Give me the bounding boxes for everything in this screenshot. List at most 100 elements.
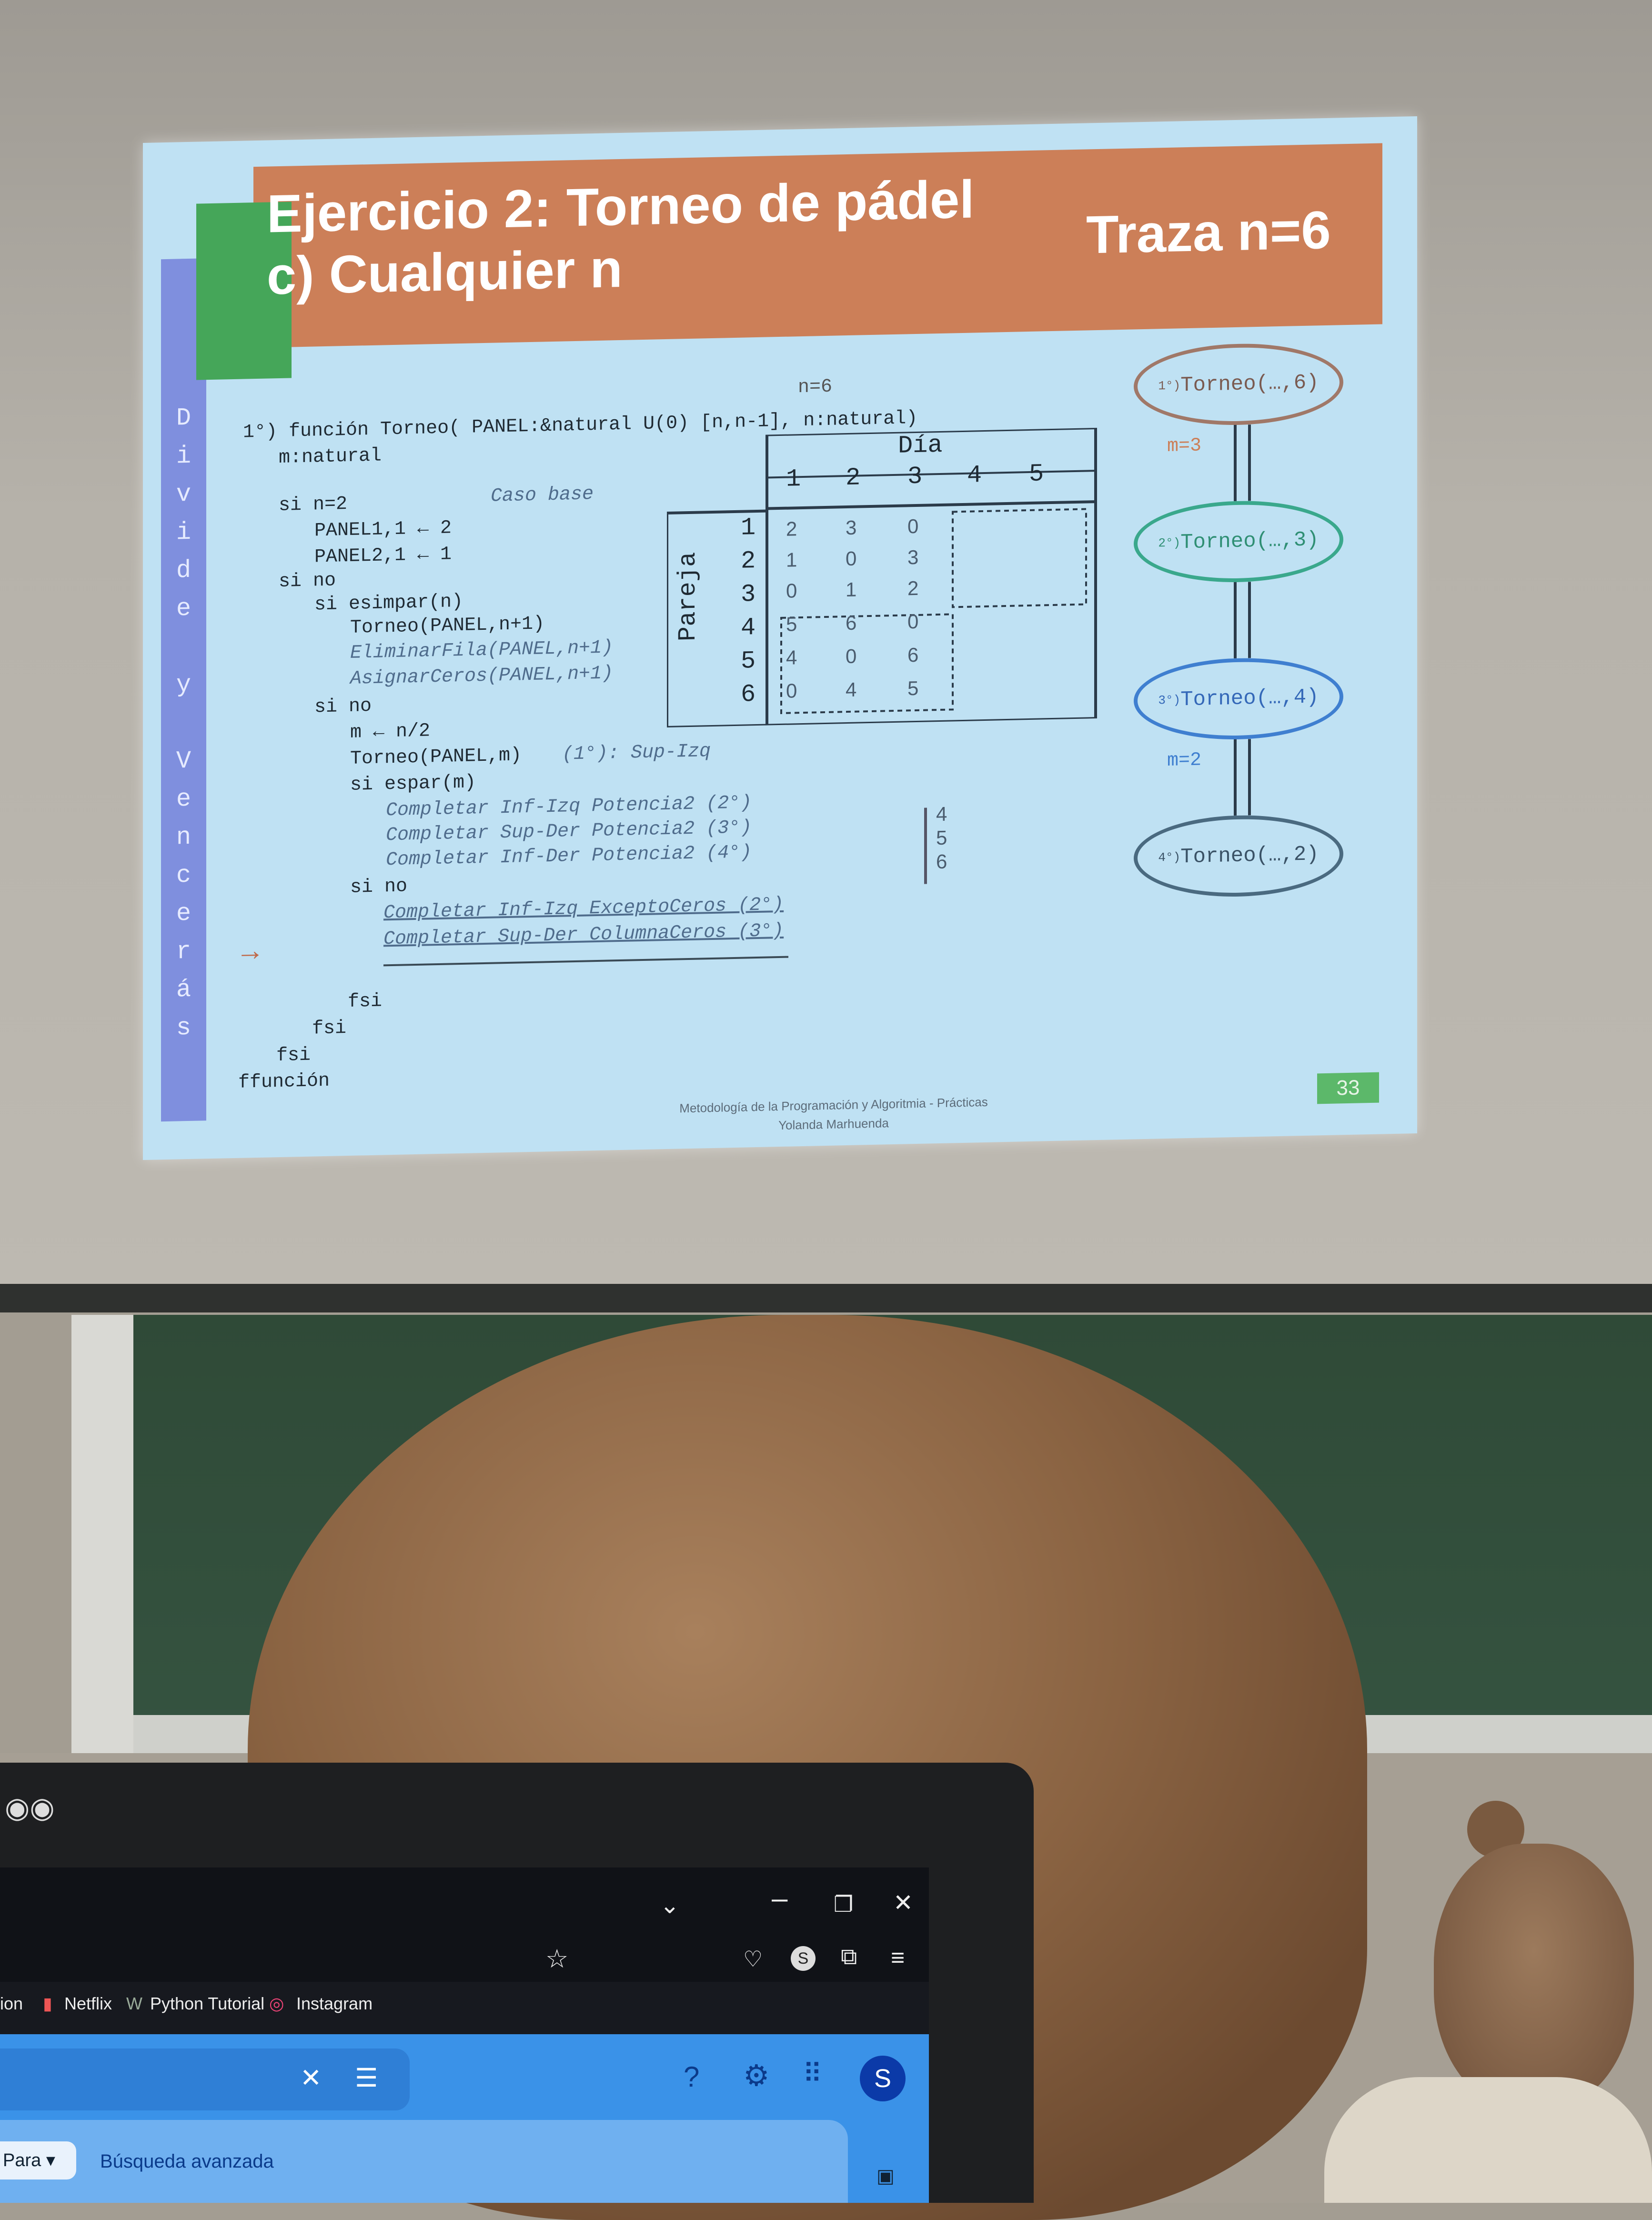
day-header: 3 (907, 462, 923, 491)
search-panel: Para ▾ Búsqueda avanzada ▣ (0, 2120, 895, 2203)
code-line: fsi (276, 1044, 311, 1067)
table-cell: 2 (907, 576, 919, 600)
table-cell: 0 (846, 645, 857, 668)
code-line: fsi (312, 1018, 347, 1040)
code-line: m ← n/2 (350, 720, 431, 744)
table-cell: 1 (786, 548, 797, 571)
underline-rule (383, 956, 788, 967)
table-cell: 0 (786, 679, 797, 702)
pair-header: 4 (741, 614, 756, 642)
arrow-up-icon (1248, 424, 1251, 501)
bookmark-item[interactable]: Instagram (296, 1994, 373, 2014)
screen-bottom-bar (0, 1284, 1652, 1312)
filter-icon[interactable]: ☰ (355, 2063, 378, 2093)
code-line: Completar Sup-Der ColumnaCeros (3°) (383, 920, 784, 950)
trace-node-3: 3°) Torneo(…,4) (1134, 656, 1343, 742)
bookmark-item[interactable]: ion (0, 1994, 23, 2014)
python-icon: W (126, 1994, 142, 2013)
table-cell: 6 (846, 611, 857, 635)
arrow-right-icon: → (236, 934, 264, 967)
table-cell: 0 (846, 547, 857, 570)
arrow-down-icon (1234, 424, 1237, 502)
search-filter-dropdown[interactable]: Para ▾ (0, 2141, 76, 2180)
day-header: 1 (786, 465, 801, 494)
instagram-icon: ◎ (269, 1994, 284, 2013)
pair-header: 5 (741, 647, 756, 676)
code-line: EliminarFila(PANEL,n+1) (350, 637, 614, 664)
table-col-header: Día (898, 431, 943, 460)
close-icon[interactable]: ✕ (893, 1889, 913, 1917)
table-cell: 3 (907, 545, 919, 569)
webcam-icon: ◉◉ (5, 1792, 55, 1824)
arrow-up-icon (1248, 582, 1251, 658)
table-cell: 4 (846, 678, 857, 701)
table-cell: 4 (786, 646, 797, 669)
code-line: PANEL2,1 ← 1 (314, 544, 452, 568)
person-head (1434, 1844, 1634, 2110)
side-number: 4 (936, 802, 947, 826)
code-line: Torneo(PANEL,m) (350, 745, 522, 770)
side-number: 6 (936, 850, 947, 873)
table-cell: 0 (907, 610, 919, 633)
advanced-search-link[interactable]: Búsqueda avanzada (100, 2151, 274, 2172)
code-line: si espar(m) (350, 772, 476, 796)
code-line: si no (350, 876, 408, 898)
arrow-up-icon (1248, 739, 1251, 816)
code-line: Completar Inf-Der Potencia2 (4°) (386, 842, 752, 871)
down-arrow-icon (924, 807, 927, 884)
table-cell: 2 (786, 517, 797, 540)
projected-slide: Di vi de y V en ce rá s Ejercicio 2: Tor… (143, 116, 1417, 1160)
code-line: si esimpar(n) (314, 591, 463, 616)
menu-icon[interactable]: ≡ (891, 1944, 905, 1971)
day-header: 5 (1029, 460, 1044, 489)
side-number: 5 (936, 826, 947, 849)
table-row-header: Pareja (674, 552, 702, 642)
help-icon[interactable]: ? (684, 2060, 699, 2093)
clear-icon[interactable]: ✕ (300, 2063, 322, 2093)
slide-subtitle: c) Cualquier n (267, 238, 623, 306)
code-comment: Caso base (491, 484, 594, 507)
netflix-icon: ▮ (43, 1994, 52, 2013)
slide-author: Yolanda Marhuenda (778, 1116, 889, 1133)
table-cell: 5 (907, 676, 919, 700)
account-avatar[interactable]: S (860, 2056, 906, 2101)
code-line: m:natural (279, 445, 382, 469)
code-line: fsi (348, 990, 383, 1013)
code-line: Completar Sup-Der Potencia2 (3°) (386, 817, 752, 847)
table-cell: 5 (786, 613, 797, 636)
pocket-icon[interactable]: ♡ (743, 1946, 763, 1972)
pair-header: 6 (741, 680, 756, 709)
bookmark-item[interactable]: Python Tutorial (150, 1994, 264, 2014)
table-cell: 0 (786, 579, 797, 602)
gear-icon[interactable]: ⚙ (743, 2058, 770, 2093)
slide-trace-label: Traza n=6 (1086, 200, 1331, 265)
trace-node-4: 4°) Torneo(…,2) (1134, 813, 1343, 899)
pair-header: 3 (741, 580, 756, 609)
chevron-down-icon[interactable]: ⌄ (660, 1891, 680, 1919)
arrow-down-icon (1234, 739, 1237, 816)
code-line: si no (314, 695, 372, 718)
calendar-icon[interactable]: ▣ (876, 2165, 895, 2187)
browser-titlebar: ⌄ – ❐ ✕ ☆ ♡ S ⧉ ≡ (0, 1867, 929, 1982)
code-line: Completar Inf-Izq Potencia2 (2°) (386, 792, 752, 822)
minimize-icon[interactable]: – (772, 1882, 787, 1915)
bookmark-item[interactable]: Netflix (64, 1994, 112, 2014)
extensions-icon[interactable]: ⧉ (841, 1944, 857, 1970)
arrow-down-icon (1234, 582, 1237, 659)
code-line: PANEL1,1 ← 2 (314, 517, 452, 542)
pair-header: 2 (741, 547, 756, 575)
m-label: m=3 (1167, 435, 1202, 457)
day-header: 4 (967, 461, 982, 490)
apps-grid-icon[interactable]: ⠿ (803, 2058, 822, 2089)
page-number: 33 (1317, 1072, 1379, 1104)
star-icon[interactable]: ☆ (545, 1944, 568, 1974)
search-bar[interactable]: ✕ ☰ (0, 2048, 410, 2110)
code-line: si no (279, 570, 336, 593)
table-cell: 0 (907, 515, 919, 538)
table-cell: 3 (846, 516, 857, 539)
chalkboard-frame (71, 1315, 133, 1767)
day-header: 2 (846, 464, 861, 493)
table-cell: 6 (907, 643, 919, 666)
profile-icon[interactable]: S (791, 1946, 816, 1971)
restore-icon[interactable]: ❐ (834, 1891, 853, 1917)
